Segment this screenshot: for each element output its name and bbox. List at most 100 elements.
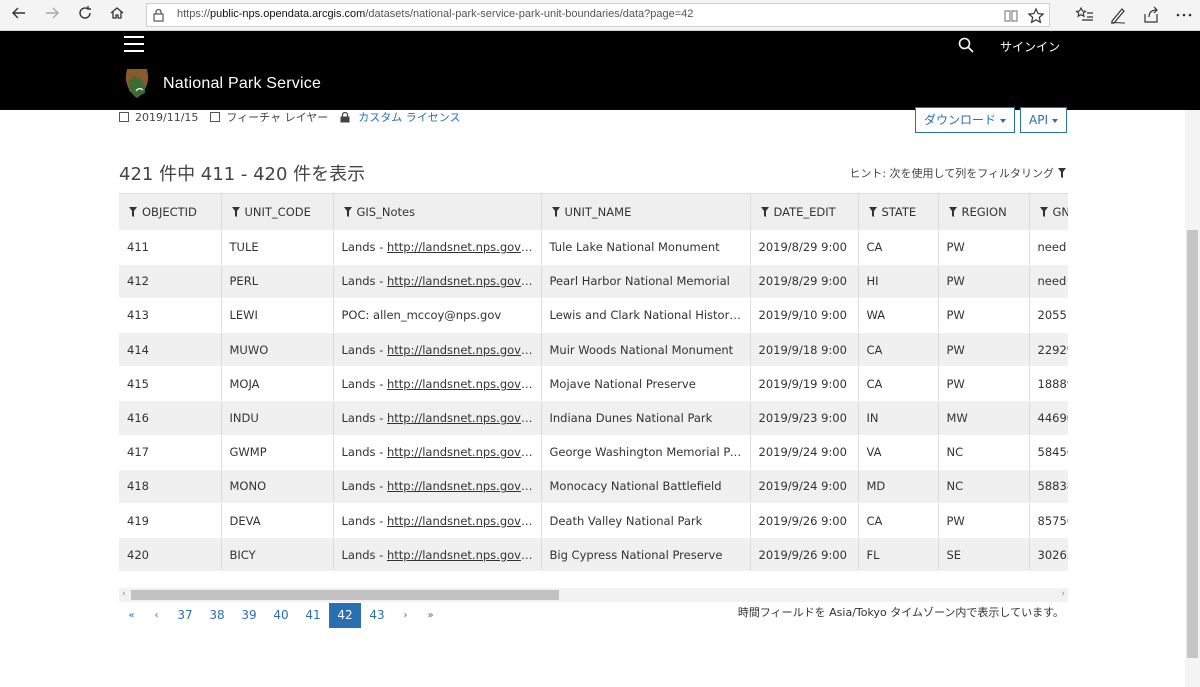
page-button-39[interactable]: 39 [233, 603, 265, 628]
column-filter-icon[interactable] [1039, 207, 1048, 217]
favorite-star-icon[interactable] [1027, 7, 1045, 25]
page-scrollbar-thumb[interactable] [1187, 230, 1198, 658]
refresh-icon[interactable] [74, 5, 96, 25]
table-cell-gn: 58456 [1029, 435, 1068, 470]
table-cell-id: 416 [119, 400, 222, 436]
notes-text: Lands - [341, 479, 387, 494]
table-cell-name: Monocacy National Battlefield [541, 469, 751, 505]
signin-link[interactable]: サインイン [1000, 38, 1060, 55]
table-cell-state: WA [858, 298, 939, 334]
page-vertical-scrollbar[interactable] [1185, 110, 1200, 687]
column-header-label: OBJECTID [142, 205, 197, 219]
table-cell-name: Lewis and Clark National Historic... [541, 298, 751, 334]
notes-link[interactable]: http://landsnet.nps.gov/tr... [387, 377, 540, 391]
page-button-38[interactable]: 38 [201, 603, 233, 628]
table-cell-date: 2019/9/19 9:00 [750, 366, 859, 402]
column-filter-icon[interactable] [551, 207, 560, 217]
column-header[interactable]: GN [1029, 194, 1068, 230]
column-filter-icon[interactable] [343, 207, 352, 217]
notes-text: Lands - [341, 445, 387, 460]
chevron-down-icon [1051, 118, 1058, 123]
table-cell-notes: Lands - http://landsnet.nps.gov/tr... [333, 400, 542, 436]
table-cell-code: PERL [221, 264, 334, 299]
column-header[interactable]: UNIT_CODE [221, 194, 334, 230]
notes-link[interactable]: http://landsnet.nps.gov/tr... [387, 411, 540, 425]
last-page-button[interactable]: » [418, 603, 443, 628]
table-cell-code: TULE [221, 230, 334, 265]
notes-link[interactable]: http://landsnet.nps.gov/tr... [387, 514, 540, 528]
column-header[interactable]: GIS_Notes [333, 194, 542, 230]
scroll-right-icon[interactable]: › [1061, 589, 1065, 599]
back-arrow-icon[interactable] [8, 5, 30, 25]
column-header-label: UNIT_NAME [564, 205, 632, 219]
timezone-note: 時間フィールドを Asia/Tokyo タイムゾーン内で表示しています。 [737, 606, 1064, 619]
column-header[interactable]: DATE_EDIT [750, 194, 859, 230]
first-page-button[interactable]: « [119, 603, 144, 628]
home-icon[interactable] [106, 5, 128, 25]
page-button-43[interactable]: 43 [361, 603, 393, 628]
forward-arrow-icon[interactable] [41, 5, 63, 25]
page-button-37[interactable]: 37 [169, 603, 201, 628]
notes-text: Lands - [341, 513, 387, 528]
notes-link[interactable]: http://landsnet.nps.gov/tr... [387, 343, 540, 357]
column-filter-icon[interactable] [760, 207, 769, 217]
column-filter-icon[interactable] [948, 207, 957, 217]
notes-link[interactable]: http://landsnet.nps.gov/tr... [387, 274, 540, 288]
table-cell-region: NC [938, 435, 1030, 470]
table-cell-gn: 22929 [1029, 332, 1068, 368]
page-button-42[interactable]: 42 [329, 603, 361, 628]
table-cell-gn: 85750 [1029, 503, 1068, 539]
notes-text: POC: allen_mccoy@nps.gov [341, 308, 502, 323]
share-icon[interactable] [1141, 5, 1161, 25]
brand-name[interactable]: National Park Service [163, 75, 321, 93]
layer-icon [210, 112, 221, 122]
pen-icon[interactable] [1108, 5, 1128, 25]
notes-link[interactable]: http://landsnet.nps.gov/tr... [387, 479, 540, 493]
meta-date: 2019/11/15 [135, 110, 199, 124]
notes-link[interactable]: http://landsnet.nps.gov/tr... [387, 240, 540, 254]
table-cell-region: PW [938, 264, 1030, 299]
more-menu-icon[interactable] [1174, 5, 1194, 25]
search-icon[interactable] [958, 37, 974, 53]
table-cell-code: MOJA [221, 366, 334, 402]
table-cell-region: PW [938, 230, 1030, 265]
table-cell-gn: 44690 [1029, 400, 1068, 436]
notes-link[interactable]: http://landsnet.nps.gov/tr... [387, 445, 540, 459]
favorites-list-icon[interactable] [1075, 5, 1095, 25]
scrollbar-thumb[interactable] [131, 590, 559, 600]
scroll-left-icon[interactable]: ‹ [122, 589, 126, 599]
prev-page-button[interactable]: ‹ [144, 603, 169, 628]
download-button[interactable]: ダウンロード [915, 107, 1016, 133]
address-bar[interactable]: https://public-nps.opendata.arcgis.com/d… [146, 3, 1050, 27]
table-cell-state: CA [858, 230, 939, 265]
table-cell-notes: Lands - http://landsnet.nps.gov/tr... [333, 366, 542, 402]
column-header[interactable]: UNIT_NAME [541, 194, 751, 230]
license-lock-icon [340, 111, 350, 122]
table-row: 415 MOJA Lands - http://landsnet.nps.gov/t… [119, 366, 1068, 402]
column-header[interactable]: STATE [858, 194, 939, 230]
table-cell-date: 2019/8/29 9:00 [750, 264, 859, 299]
notes-link[interactable]: http://landsnet.nps.gov/tr... [387, 548, 540, 562]
column-header[interactable]: OBJECTID [119, 194, 222, 230]
next-page-button[interactable]: › [393, 603, 418, 628]
table-cell-code: BICY [221, 537, 334, 572]
hamburger-menu-icon[interactable] [124, 36, 144, 54]
column-filter-icon[interactable] [868, 207, 877, 217]
chevron-down-icon [1000, 118, 1007, 123]
table-row: 413 LEWI POC: allen_mccoy@nps.gov Lewis and… [119, 298, 1068, 334]
table-cell-date: 2019/9/26 9:00 [750, 503, 859, 539]
page-button-40[interactable]: 40 [265, 603, 297, 628]
reading-view-icon[interactable] [1002, 7, 1020, 25]
page-button-41[interactable]: 41 [297, 603, 329, 628]
horizontal-scrollbar[interactable]: ‹ › [119, 588, 1068, 602]
nps-arrowhead-logo-icon [125, 69, 149, 98]
column-filter-icon[interactable] [231, 207, 240, 217]
api-button[interactable]: API [1020, 107, 1067, 133]
license-link[interactable]: カスタム ライセンス [358, 109, 460, 125]
table-cell-state: CA [858, 332, 939, 368]
column-filter-icon[interactable] [129, 207, 137, 217]
table-cell-date: 2019/9/24 9:00 [750, 435, 859, 470]
table-cell-id: 412 [119, 264, 222, 299]
column-header[interactable]: REGION [938, 194, 1030, 230]
column-header-label: STATE [881, 205, 917, 219]
